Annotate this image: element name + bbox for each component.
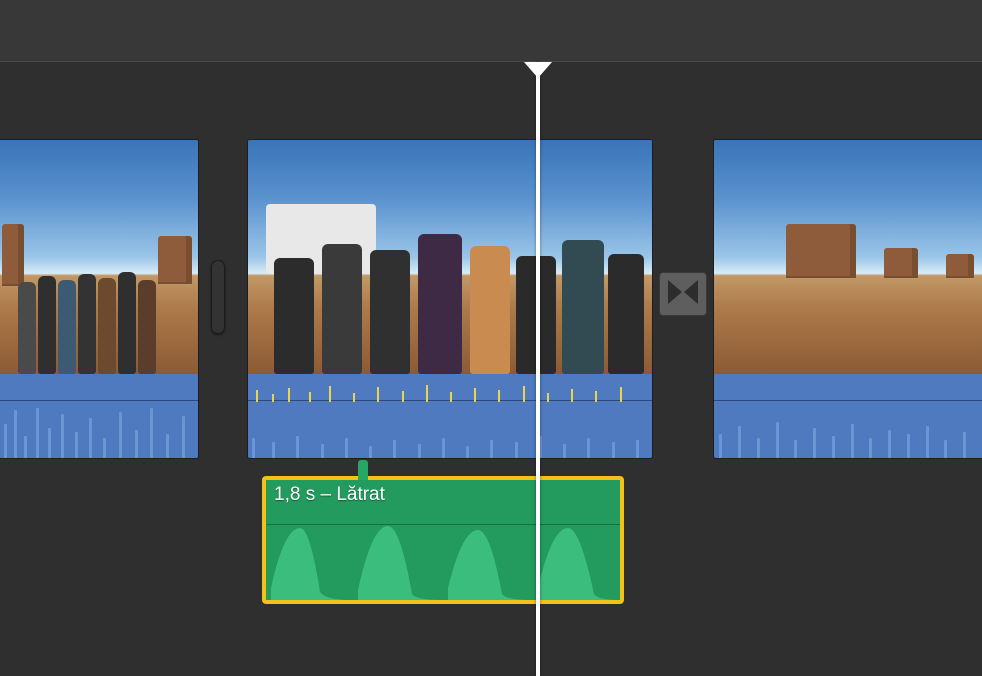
- audio-pin-marker[interactable]: [358, 460, 368, 480]
- clip-edge-handle[interactable]: [211, 260, 225, 334]
- sound-clip-waveform: [266, 522, 620, 600]
- video-thumbnail: [714, 140, 982, 374]
- video-clip-3[interactable]: [714, 140, 982, 458]
- timeline[interactable]: 1,8 s – Lătrat: [0, 62, 982, 676]
- clip-audio-lane[interactable]: [0, 374, 198, 458]
- video-thumbnail: [248, 140, 652, 374]
- playhead[interactable]: [536, 62, 540, 676]
- transition-marker[interactable]: [659, 272, 707, 316]
- video-thumbnail: [0, 140, 198, 374]
- video-clip-2[interactable]: [248, 140, 652, 458]
- toolbar-strip: [0, 0, 982, 62]
- video-clip-1[interactable]: [0, 140, 198, 458]
- clip-audio-lane[interactable]: [248, 374, 652, 458]
- sound-clip-label: 1,8 s – Lătrat: [274, 484, 385, 506]
- clip-audio-lane[interactable]: [714, 374, 982, 458]
- sound-effect-clip[interactable]: 1,8 s – Lătrat: [262, 476, 624, 604]
- playhead-caret-icon: [524, 62, 552, 78]
- transition-bowtie-icon: [667, 278, 699, 311]
